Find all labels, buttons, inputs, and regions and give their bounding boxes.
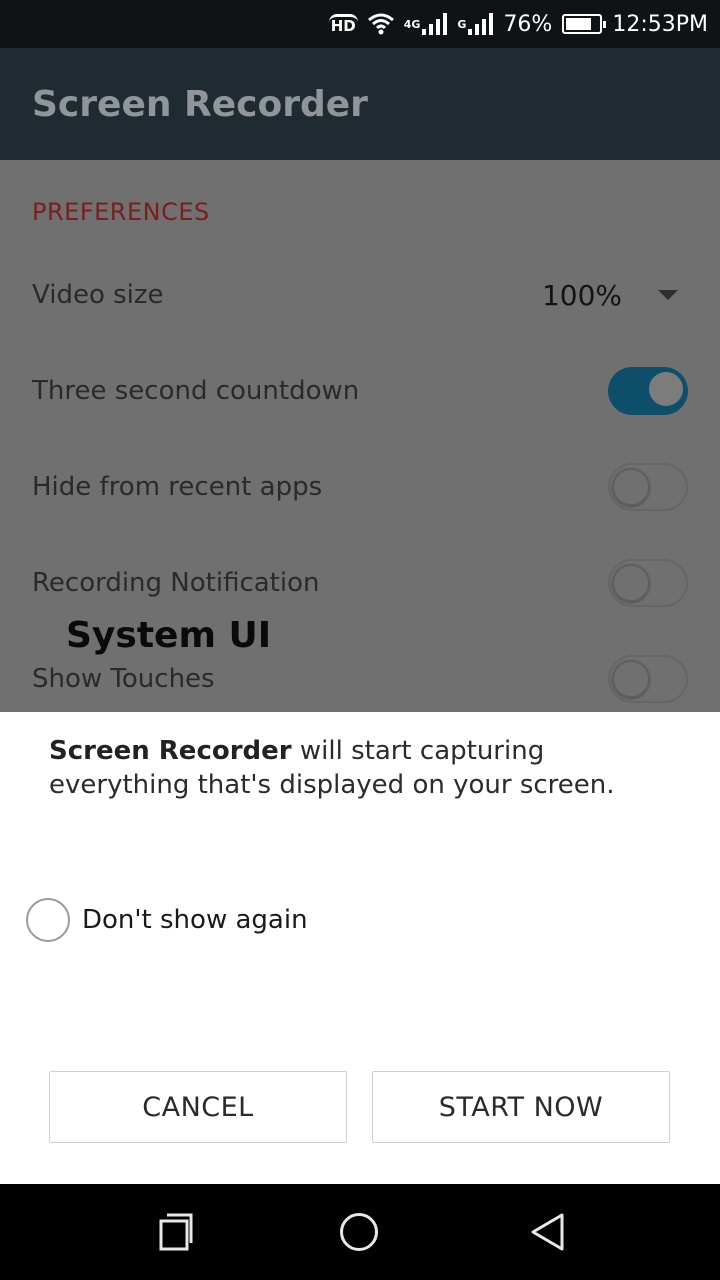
- dont-show-again-option[interactable]: Don't show again: [26, 898, 308, 942]
- pref-hide-from-recent[interactable]: Hide from recent apps: [32, 455, 688, 519]
- system-ui-label: System UI: [66, 615, 272, 656]
- toggle-knob: [612, 660, 650, 698]
- pref-show-touches[interactable]: Show Touches: [32, 647, 688, 711]
- dont-show-again-label: Don't show again: [82, 905, 308, 935]
- section-header-preferences: PREFERENCES: [32, 198, 210, 226]
- home-icon[interactable]: [340, 1213, 378, 1251]
- start-now-button[interactable]: START NOW: [372, 1071, 670, 1143]
- countdown-toggle[interactable]: [608, 367, 688, 415]
- navigation-bar: [0, 1184, 720, 1280]
- capture-permission-dialog: Screen Recorder will start capturing eve…: [0, 712, 720, 1184]
- status-bar: HD 4G G 76% 12:53PM: [0, 0, 720, 48]
- network-type-label-2: G: [457, 17, 467, 31]
- pref-label: Show Touches: [32, 664, 215, 694]
- toggle-knob: [647, 370, 685, 408]
- pref-video-size[interactable]: Video size 100%: [32, 263, 688, 327]
- pref-recording-notification[interactable]: Recording Notification: [32, 551, 688, 615]
- video-size-dropdown[interactable]: 100%: [542, 279, 688, 312]
- app-bar: Screen Recorder: [0, 48, 720, 160]
- network-type-label: 4G: [403, 17, 421, 31]
- battery-percent: 76%: [503, 11, 553, 37]
- video-size-value: 100%: [541, 278, 622, 312]
- hd-voice-icon: HD: [328, 14, 358, 34]
- signal-4g-icon: 4G: [404, 13, 448, 35]
- pref-three-second-countdown[interactable]: Three second countdown: [32, 359, 688, 423]
- back-icon[interactable]: [528, 1212, 568, 1252]
- clock: 12:53PM: [612, 11, 708, 37]
- status-icons: HD 4G G 76% 12:53PM: [328, 0, 708, 48]
- preferences-list: PREFERENCES Video size 100% Three second…: [0, 160, 720, 712]
- battery-icon: [562, 14, 607, 34]
- dialog-app-name: Screen Recorder: [49, 736, 292, 766]
- signal-g-icon: G: [457, 13, 494, 35]
- toggle-knob: [612, 564, 650, 602]
- recent-apps-icon[interactable]: [156, 1212, 196, 1252]
- notification-toggle[interactable]: [608, 559, 688, 607]
- pref-label: Video size: [32, 280, 164, 310]
- pref-label: Hide from recent apps: [32, 472, 323, 502]
- app-title: Screen Recorder: [32, 84, 368, 125]
- pref-label: Three second countdown: [32, 376, 360, 406]
- pref-label: Recording Notification: [32, 568, 320, 598]
- wifi-icon: [367, 13, 394, 35]
- show-touches-toggle[interactable]: [608, 655, 688, 703]
- dont-show-again-checkbox[interactable]: [26, 898, 70, 942]
- dropdown-arrow-icon: [658, 290, 678, 300]
- dialog-message: Screen Recorder will start capturing eve…: [49, 734, 669, 802]
- toggle-knob: [612, 468, 650, 506]
- hide-recent-toggle[interactable]: [608, 463, 688, 511]
- cancel-button[interactable]: CANCEL: [49, 1071, 347, 1143]
